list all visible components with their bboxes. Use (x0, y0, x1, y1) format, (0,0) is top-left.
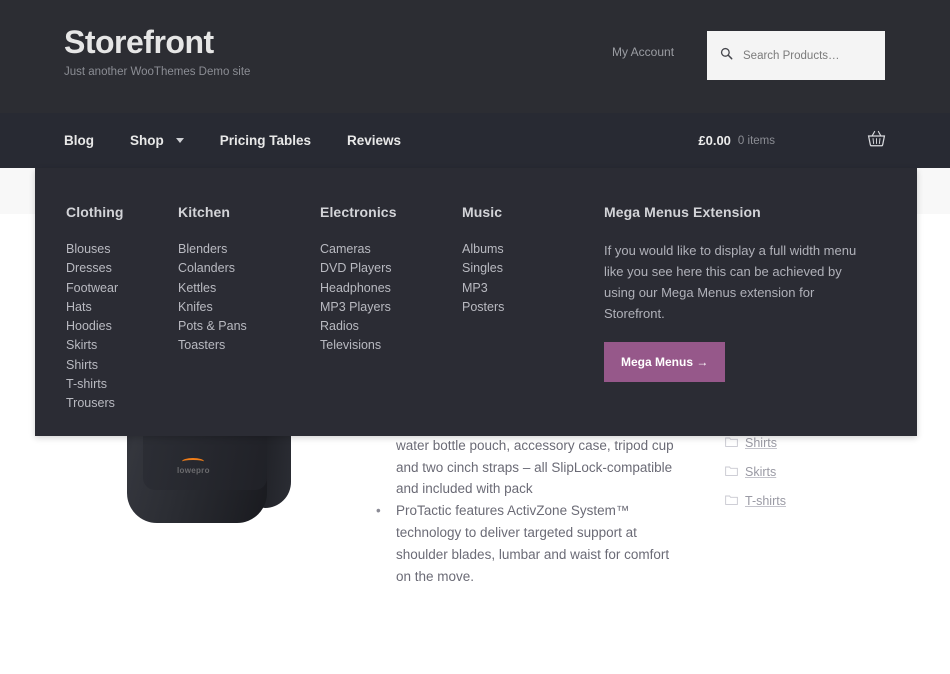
mega-menu-column-electronics: Electronics Cameras DVD Players Headphon… (320, 204, 462, 436)
column-heading[interactable]: Clothing (66, 204, 158, 220)
menu-item-toasters[interactable]: Toasters (178, 336, 300, 355)
nav-item-reviews[interactable]: Reviews (347, 133, 401, 148)
menu-item-trousers[interactable]: Trousers (66, 394, 158, 413)
mega-menu-column-kitchen: Kitchen Blenders Colanders Kettles Knife… (178, 204, 320, 436)
nav-label: Blog (64, 133, 94, 148)
promo-heading: Mega Menus Extension (604, 204, 761, 220)
category-link[interactable]: Shirts (745, 436, 777, 450)
nav-item-blog[interactable]: Blog (64, 133, 94, 148)
folder-icon (725, 434, 738, 452)
search-icon (720, 47, 733, 65)
menu-item-posters[interactable]: Posters (462, 298, 584, 317)
chevron-down-icon (175, 138, 184, 143)
cart-summary[interactable]: £0.00 0 items (698, 113, 886, 168)
cart-amount: £0.00 (698, 133, 731, 148)
nav-item-shop[interactable]: Shop (130, 133, 184, 148)
brand-mark-text: lowepro (177, 466, 210, 475)
sidebar-item-t-shirts[interactable]: T-shirts (707, 489, 907, 513)
menu-item-headphones[interactable]: Headphones (320, 279, 442, 298)
menu-item-mp3[interactable]: MP3 (462, 279, 584, 298)
menu-item-mp3-players[interactable]: MP3 Players (320, 298, 442, 317)
my-account-link[interactable]: My Account (612, 45, 674, 59)
menu-item-dvd-players[interactable]: DVD Players (320, 259, 442, 278)
menu-item-cameras[interactable]: Cameras (320, 240, 442, 259)
menu-item-knifes[interactable]: Knifes (178, 298, 300, 317)
menu-item-t-shirts[interactable]: T-shirts (66, 375, 158, 394)
menu-item-hats[interactable]: Hats (66, 298, 158, 317)
mega-menus-cta-button[interactable]: Mega Menus → (604, 342, 726, 383)
menu-item-footwear[interactable]: Footwear (66, 279, 158, 298)
site-title[interactable]: Storefront (64, 24, 250, 61)
primary-navigation: Blog Shop Pricing Tables Reviews £0.00 0… (0, 113, 950, 168)
mega-menu-promo: Mega Menus Extension If you would like t… (604, 204, 884, 436)
storefront-page: Storefront Just another WooThemes Demo s… (0, 0, 950, 674)
menu-item-radios[interactable]: Radios (320, 317, 442, 336)
category-link[interactable]: T-shirts (745, 494, 786, 508)
menu-item-blenders[interactable]: Blenders (178, 240, 300, 259)
site-header: Storefront Just another WooThemes Demo s… (0, 0, 950, 113)
menu-item-televisions[interactable]: Televisions (320, 336, 442, 355)
list-item: ProTactic features ActivZone System™ tec… (376, 500, 680, 587)
promo-text: If you would like to display a full widt… (604, 243, 857, 322)
menu-item-singles[interactable]: Singles (462, 259, 584, 278)
folder-icon (725, 492, 738, 510)
lowepro-logo: lowepro (177, 458, 210, 475)
shop-mega-menu: Clothing Blouses Dresses Footwear Hats H… (35, 168, 917, 436)
search-input[interactable] (743, 49, 873, 62)
mega-menu-column-music: Music Albums Singles MP3 Posters (462, 204, 604, 436)
nav-item-pricing-tables[interactable]: Pricing Tables (220, 133, 311, 148)
product-search-form[interactable] (707, 31, 885, 80)
sidebar-item-skirts[interactable]: Skirts (707, 460, 907, 484)
menu-item-blouses[interactable]: Blouses (66, 240, 158, 259)
column-links: Albums Singles MP3 Posters (462, 240, 584, 317)
cart-item-count: 0 items (737, 134, 775, 147)
nav-label: Reviews (347, 133, 402, 148)
column-links: Cameras DVD Players Headphones MP3 Playe… (320, 240, 442, 356)
column-links: Blenders Colanders Kettles Knifes Pots &… (178, 240, 300, 356)
site-branding[interactable]: Storefront Just another WooThemes Demo s… (64, 24, 250, 80)
mega-menu-column-clothing: Clothing Blouses Dresses Footwear Hats H… (35, 204, 178, 436)
nav-label: Shop (130, 133, 164, 148)
column-heading[interactable]: Music (462, 204, 584, 220)
column-links: Blouses Dresses Footwear Hats Hoodies Sk… (66, 240, 158, 413)
site-tagline: Just another WooThemes Demo site (64, 65, 251, 78)
nav-label: Pricing Tables (219, 133, 312, 148)
shopping-basket-icon[interactable] (867, 130, 886, 152)
column-heading[interactable]: Electronics (320, 204, 442, 220)
menu-item-dresses[interactable]: Dresses (66, 259, 158, 278)
menu-item-colanders[interactable]: Colanders (178, 259, 300, 278)
folder-icon (725, 463, 738, 481)
menu-item-albums[interactable]: Albums (462, 240, 584, 259)
menu-item-shirts[interactable]: Shirts (66, 356, 158, 375)
menu-item-skirts[interactable]: Skirts (66, 336, 158, 355)
menu-item-kettles[interactable]: Kettles (178, 279, 300, 298)
nav-menu: Blog Shop Pricing Tables Reviews (64, 113, 437, 168)
menu-item-hoodies[interactable]: Hoodies (66, 317, 158, 336)
category-link[interactable]: Skirts (745, 465, 776, 479)
menu-item-pots-and-pans[interactable]: Pots & Pans (178, 317, 300, 336)
column-heading[interactable]: Kitchen (178, 204, 300, 220)
lowepro-swoosh-icon (182, 458, 205, 465)
